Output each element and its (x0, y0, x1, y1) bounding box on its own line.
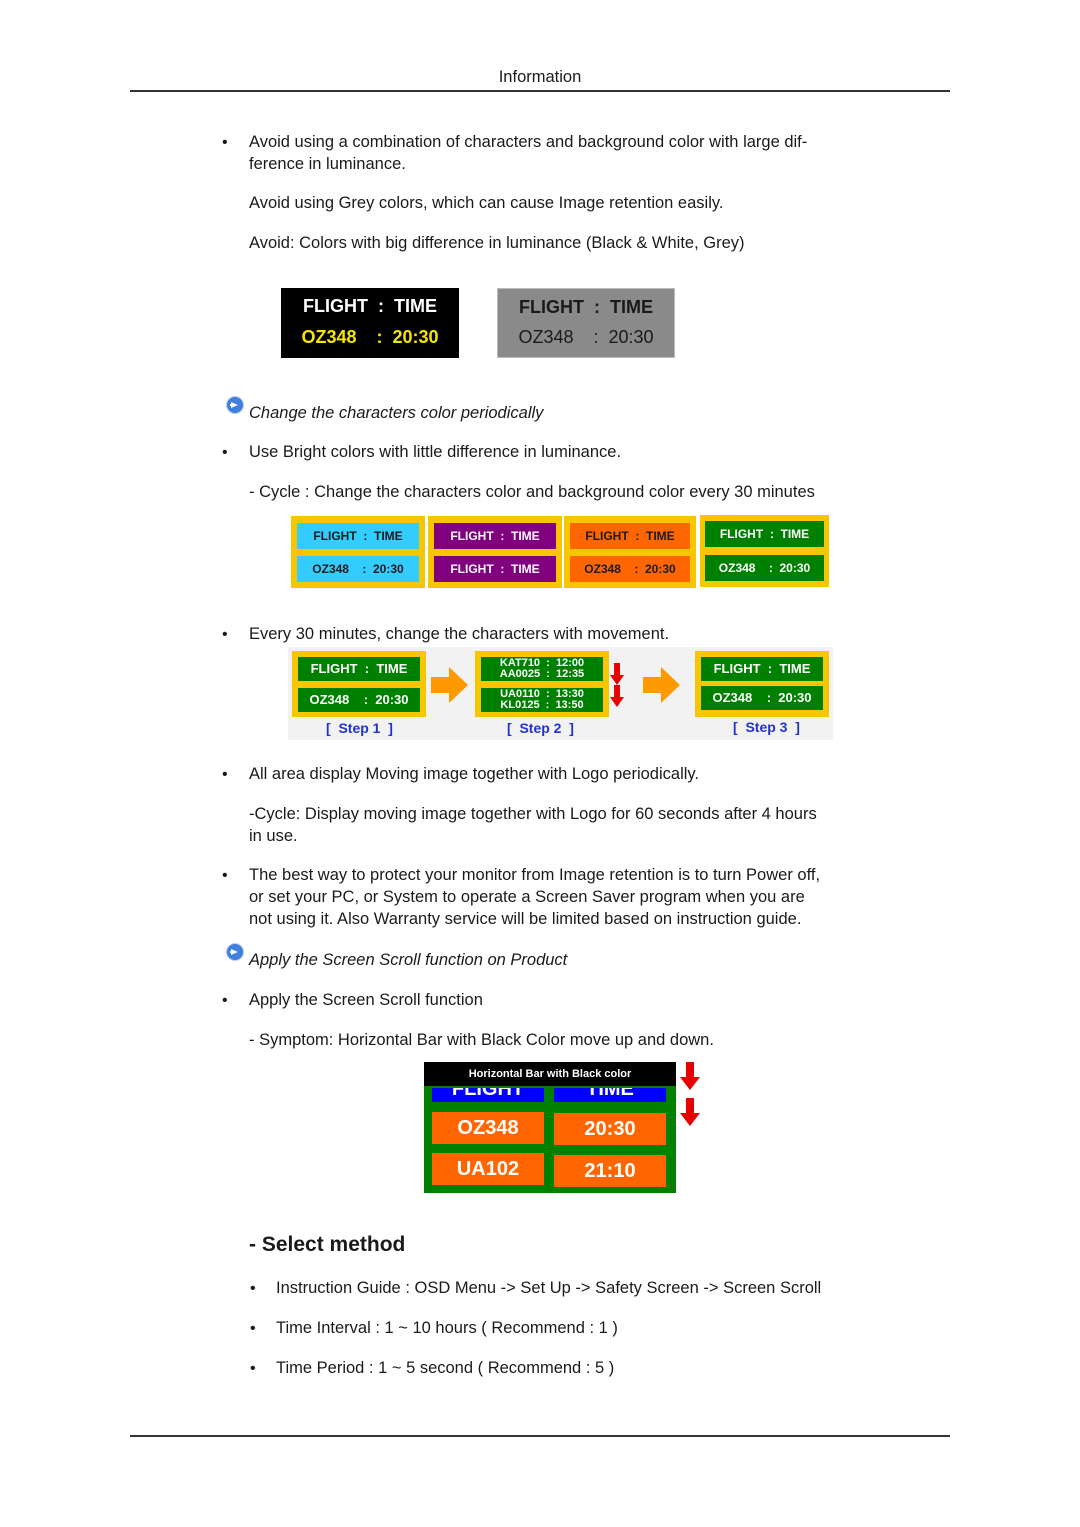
black-horizontal-bar: Horizontal Bar with Black color (424, 1062, 676, 1086)
section4-cycle-line1: -Cycle: Display moving image together wi… (249, 805, 817, 823)
section5-bullet: Apply the Screen Scroll function (249, 991, 483, 1009)
color-panel-cyan-row1: FLIGHT : TIME (297, 523, 419, 549)
bullet-glyph: • (250, 1360, 256, 1377)
down-arrow-icon (610, 663, 624, 685)
section4-cycle-line2: in use. (249, 827, 298, 845)
section5-symptom: - Symptom: Horizontal Bar with Black Col… (249, 1031, 714, 1049)
section4-bullet: All area display Moving image together w… (249, 765, 700, 783)
color-panel-orange-row2: OZ348 : 20:30 (570, 556, 690, 582)
section1-bullet: Avoid using a combination of characters … (249, 133, 808, 151)
bullet-glyph: • (222, 134, 228, 151)
step2-label: [ Step 2 ] (507, 720, 574, 736)
bullet-glyph: • (222, 444, 228, 461)
bullet-glyph: • (222, 766, 228, 783)
color-panel-orange-row1: FLIGHT : TIME (570, 523, 690, 549)
bullet-glyph: • (250, 1280, 256, 1297)
black-bar-label: Horizontal Bar with Black color (468, 1068, 632, 1080)
color-panel-purple-row2: FLIGHT : TIME (434, 556, 556, 582)
example-grey-row1: FLIGHT : TIME (519, 297, 653, 317)
movement-steps-image: FLIGHT : TIME OZ348 : 20:30 [ Step 1 ] K… (288, 647, 833, 740)
section4-best-way-line2: or set your PC, or System to operate a S… (249, 888, 805, 906)
step1-label: [ Step 1 ] (326, 720, 393, 736)
color-panel-orange: FLIGHT : TIME OZ348 : 20:30 (564, 516, 696, 588)
section2-bullet: Use Bright colors with little difference… (249, 443, 622, 461)
step3-row1: FLIGHT : TIME (701, 657, 823, 681)
color-panel-cyan: FLIGHT : TIME OZ348 : 20:30 (291, 516, 425, 588)
section4-best-way-line3: not using it. Also Warranty service will… (249, 910, 802, 928)
color-panel-purple-row1: FLIGHT : TIME (434, 523, 556, 549)
step3-row2: OZ348 : 20:30 (701, 686, 823, 710)
step1-row2: OZ348 : 20:30 (298, 688, 420, 712)
scroll-cell-flight-1: OZ348 (432, 1112, 544, 1144)
step1-row1: FLIGHT : TIME (298, 657, 420, 681)
scroll-header-time: TIME (554, 1088, 666, 1102)
section4-best-way-line1: The best way to protect your monitor fro… (249, 866, 821, 884)
right-arrow-icon (431, 667, 468, 703)
scroll-cell-flight-2: UA102 (432, 1153, 544, 1185)
select-method-item-1: Instruction Guide : OSD Menu -> Set Up -… (276, 1279, 822, 1297)
section2-heading: Change the characters color periodically (249, 404, 544, 422)
section5-heading: Apply the Screen Scroll function on Prod… (249, 951, 568, 969)
section1-para2: Avoid: Colors with big difference in lum… (249, 234, 745, 252)
section1-bullet-cont: ference in luminance. (249, 155, 406, 173)
bullet-glyph: • (250, 1320, 256, 1337)
arrow-circle-icon (227, 944, 243, 960)
select-method-title: - Select method (249, 1233, 406, 1256)
bullet-glyph: • (222, 626, 228, 643)
section3-bullet: Every 30 minutes, change the characters … (249, 625, 670, 643)
header-rule (130, 90, 950, 92)
scroll-header-flight-text: FLIGHT (451, 1088, 525, 1100)
step3-label: [ Step 3 ] (733, 719, 800, 735)
step2-row1: KAT710 : 12:00 AA0025 : 12:35 (481, 657, 603, 681)
scroll-cell-time-1: 20:30 (554, 1113, 666, 1145)
example-black-row2: OZ348 : 20:30 (301, 327, 439, 347)
step2-row2: UA0110 : 13:30 KL0125 : 13:50 (481, 688, 603, 712)
select-method-item-2: Time Interval : 1 ~ 10 hours ( Recommend… (276, 1319, 618, 1337)
bullet-glyph: • (222, 992, 228, 1009)
select-method-item-3: Time Period : 1 ~ 5 second ( Recommend :… (276, 1359, 615, 1377)
step1-panel: FLIGHT : TIME OZ348 : 20:30 (292, 651, 426, 717)
color-panel-purple: FLIGHT : TIME FLIGHT : TIME (428, 516, 562, 588)
scroll-cell-time-2: 21:10 (554, 1155, 666, 1187)
step3-panel: FLIGHT : TIME OZ348 : 20:30 (695, 651, 829, 717)
down-arrow-icon (680, 1098, 700, 1126)
bullet-glyph: • (222, 867, 228, 884)
page-header-title: Information (498, 68, 582, 86)
arrow-circle-icon (227, 397, 243, 413)
scroll-header-flight: FLIGHT (432, 1088, 544, 1102)
down-arrow-icon (610, 685, 624, 707)
footer-rule (130, 1435, 950, 1437)
example-grey-panel: FLIGHT : TIME OZ348 : 20:30 (497, 288, 675, 358)
example-black-row1: FLIGHT : TIME (303, 296, 437, 316)
scroll-header-time-text: TIME (586, 1088, 634, 1100)
color-panel-green-row2: OZ348 : 20:30 (705, 555, 824, 581)
right-arrow-icon (643, 667, 680, 703)
down-arrow-icon (680, 1062, 700, 1090)
step2-panel: KAT710 : 12:00 AA0025 : 12:35 UA0110 : 1… (475, 651, 609, 717)
color-panel-cyan-row2: OZ348 : 20:30 (297, 556, 419, 582)
color-panel-green: FLIGHT : TIME OZ348 : 20:30 (700, 515, 829, 587)
section1-para1: Avoid using Grey colors, which can cause… (249, 194, 724, 212)
screen-scroll-image: FLIGHT TIME OZ348 20:30 UA102 21:10 Hori… (424, 1062, 676, 1193)
example-grey-row2: OZ348 : 20:30 (518, 327, 654, 347)
section2-cycle: - Cycle : Change the characters color an… (249, 483, 815, 501)
color-panel-green-row1: FLIGHT : TIME (705, 521, 824, 547)
example-black-panel: FLIGHT : TIME OZ348 : 20:30 (281, 288, 459, 358)
